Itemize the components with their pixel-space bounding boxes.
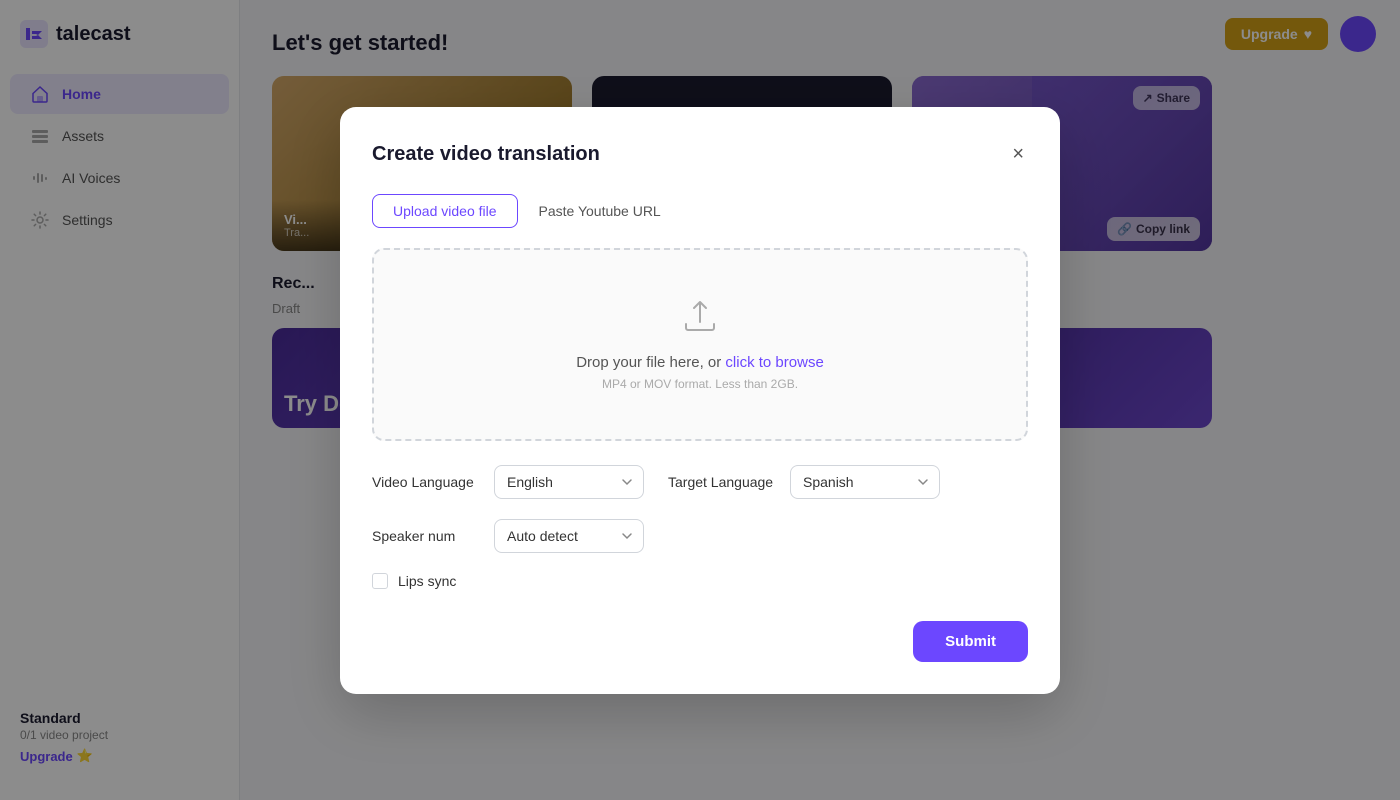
tab-youtube-label: Paste Youtube URL bbox=[539, 203, 661, 219]
browse-link[interactable]: click to browse bbox=[725, 354, 823, 371]
lips-sync-checkbox[interactable] bbox=[372, 573, 388, 589]
close-icon: × bbox=[1012, 143, 1024, 165]
target-language-select[interactable]: Spanish English French bbox=[790, 465, 940, 499]
submit-button[interactable]: Submit bbox=[913, 621, 1028, 662]
lips-sync-row: Lips sync bbox=[372, 573, 1028, 589]
submit-label: Submit bbox=[945, 633, 996, 650]
speaker-num-select[interactable]: Auto detect 1 2 bbox=[494, 519, 644, 553]
language-row: Video Language English Spanish French Ta… bbox=[372, 465, 1028, 499]
modal-footer: Submit bbox=[372, 621, 1028, 662]
speaker-num-label: Speaker num bbox=[372, 528, 482, 544]
modal-overlay: Create video translation × Upload video … bbox=[0, 0, 1400, 800]
lips-sync-label: Lips sync bbox=[398, 573, 456, 589]
tab-upload-label: Upload video file bbox=[393, 203, 497, 219]
file-drop-zone[interactable]: Drop your file here, or click to browse … bbox=[372, 248, 1028, 441]
drop-zone-text: Drop your file here, or click to browse bbox=[394, 354, 1006, 371]
target-language-group: Target Language Spanish English French bbox=[668, 465, 940, 499]
target-language-label: Target Language bbox=[668, 474, 778, 490]
upload-icon bbox=[394, 298, 1006, 342]
modal-header: Create video translation × bbox=[372, 139, 1028, 170]
modal-title: Create video translation bbox=[372, 143, 600, 166]
create-translation-modal: Create video translation × Upload video … bbox=[340, 107, 1060, 694]
drop-zone-subtitle: MP4 or MOV format. Less than 2GB. bbox=[394, 377, 1006, 391]
tab-upload-video[interactable]: Upload video file bbox=[372, 194, 518, 228]
speaker-num-group: Speaker num Auto detect 1 2 bbox=[372, 519, 644, 553]
video-language-label: Video Language bbox=[372, 474, 482, 490]
drop-text-before: Drop your file here, or bbox=[576, 354, 725, 371]
modal-close-button[interactable]: × bbox=[1008, 139, 1028, 170]
speaker-row: Speaker num Auto detect 1 2 bbox=[372, 519, 1028, 553]
video-language-select[interactable]: English Spanish French bbox=[494, 465, 644, 499]
video-language-group: Video Language English Spanish French bbox=[372, 465, 644, 499]
modal-tabs: Upload video file Paste Youtube URL bbox=[372, 194, 1028, 228]
tab-paste-youtube[interactable]: Paste Youtube URL bbox=[518, 194, 682, 228]
